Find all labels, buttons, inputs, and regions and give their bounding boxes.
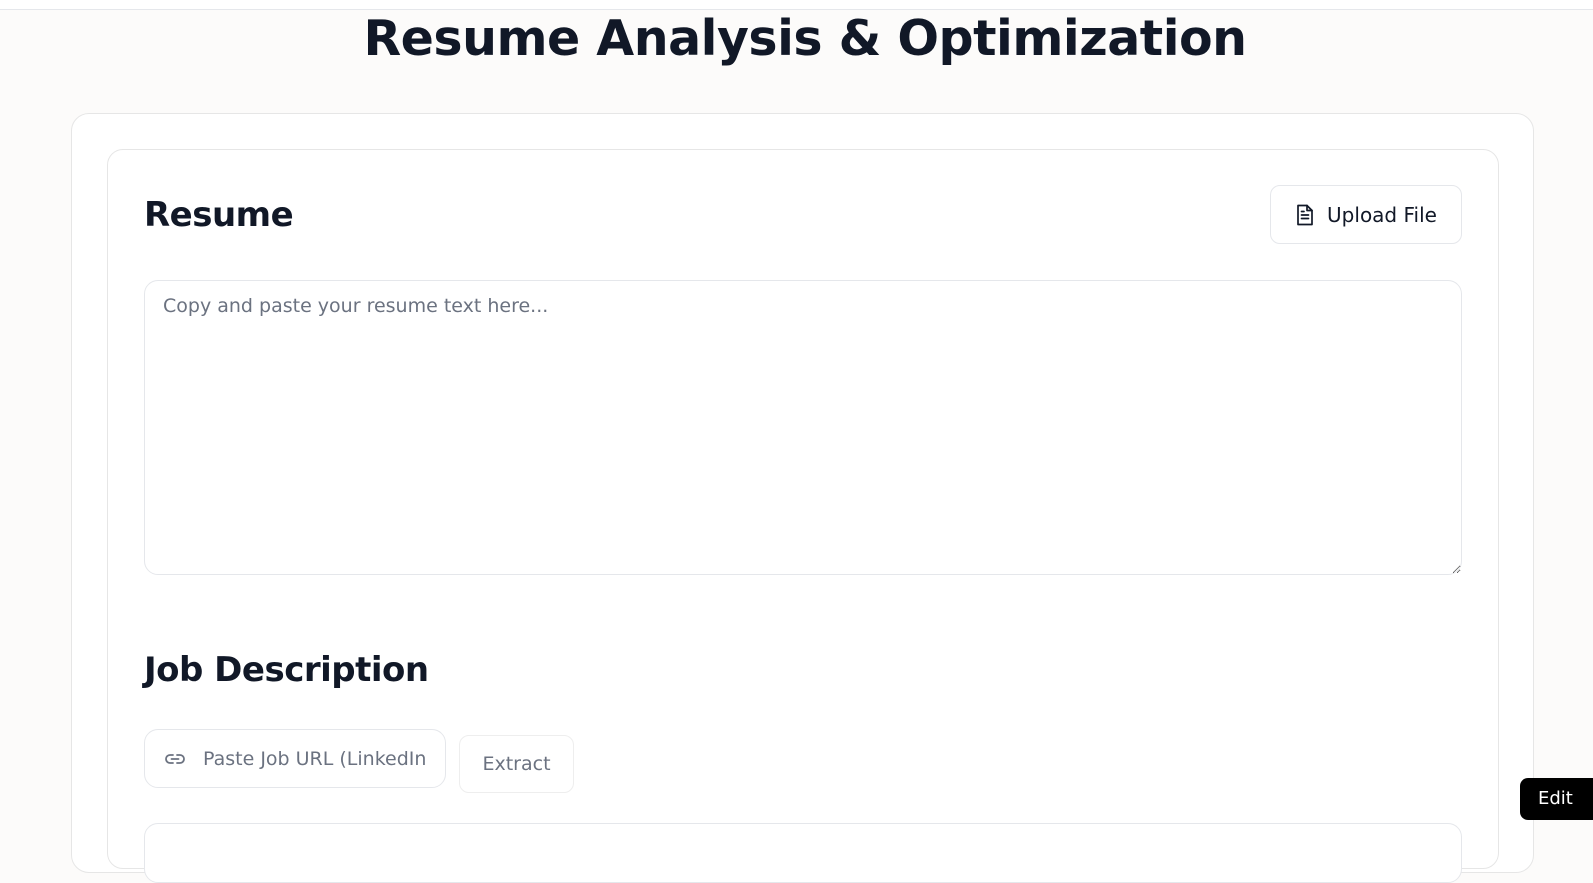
- extract-button[interactable]: Extract: [459, 735, 574, 793]
- job-description-heading: Job Description: [144, 650, 429, 690]
- job-description-textarea[interactable]: [144, 823, 1462, 883]
- edit-button[interactable]: Edit: [1520, 778, 1593, 820]
- page-title: Resume Analysis & Optimization: [363, 10, 1247, 67]
- job-url-input[interactable]: [203, 747, 435, 770]
- file-text-icon: [1295, 204, 1315, 226]
- link-icon: [163, 747, 187, 771]
- resume-heading: Resume: [144, 195, 294, 235]
- upload-file-button[interactable]: Upload File: [1270, 185, 1462, 244]
- job-url-field[interactable]: [144, 729, 446, 788]
- upload-file-label: Upload File: [1327, 202, 1437, 227]
- resume-textarea[interactable]: [144, 280, 1462, 575]
